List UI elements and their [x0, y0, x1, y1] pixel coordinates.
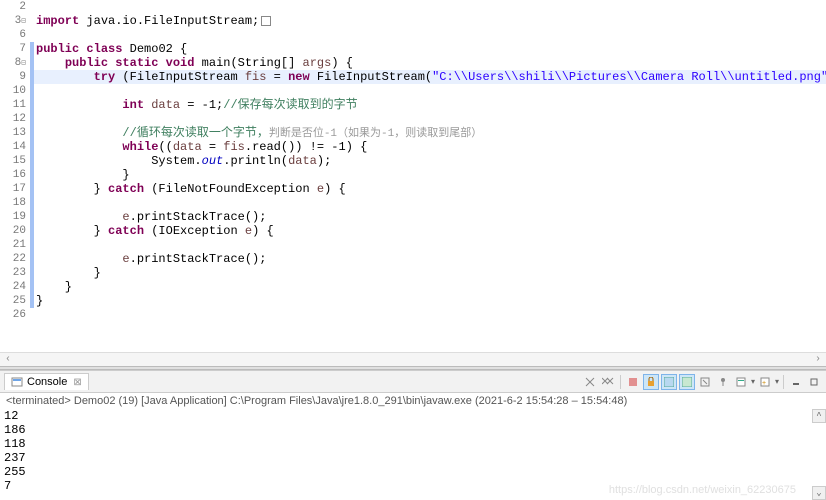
pin-console-button[interactable]	[715, 374, 731, 390]
open-console-button[interactable]: +	[757, 374, 773, 390]
remove-launch-button[interactable]	[582, 374, 598, 390]
code-line[interactable]: }	[30, 168, 826, 182]
remove-all-terminated-button[interactable]	[600, 374, 616, 390]
line-number: 13	[0, 126, 30, 140]
code-area[interactable]: import java.io.FileInputStream; public cl…	[30, 0, 826, 322]
line-number: 17	[0, 182, 30, 196]
code-line[interactable]: e.printStackTrace();	[30, 210, 826, 224]
line-number: 7	[0, 42, 30, 56]
line-number: 6	[0, 28, 30, 42]
watermark-text: https://blog.csdn.net/weixin_62230675	[609, 484, 796, 496]
line-number: 26	[0, 308, 30, 322]
terminate-button	[625, 374, 641, 390]
code-line[interactable]: int data = -1;//保存每次读取到的字节	[30, 98, 826, 112]
line-number: 3⊟	[0, 14, 30, 28]
code-line[interactable]	[30, 0, 826, 14]
line-number: 2	[0, 0, 30, 14]
code-line[interactable]: while((data = fis.read()) != -1) {	[30, 140, 826, 154]
line-number: 16	[0, 168, 30, 182]
change-marker	[30, 42, 34, 308]
console-output-line: 186	[4, 423, 822, 437]
console-output-line: 118	[4, 437, 822, 451]
code-line[interactable]	[30, 196, 826, 210]
line-number-gutter: 23⊟678⊟910111213141516171819202122232425…	[0, 0, 30, 322]
line-number: 24	[0, 280, 30, 294]
code-line[interactable]	[30, 112, 826, 126]
dropdown-arrow-icon[interactable]: ▾	[751, 377, 755, 386]
code-editor[interactable]: 23⊟678⊟910111213141516171819202122232425…	[0, 0, 826, 352]
dropdown-arrow-icon[interactable]: ▾	[775, 377, 779, 386]
code-line[interactable]	[30, 308, 826, 322]
line-number: 14	[0, 140, 30, 154]
scroll-up-icon[interactable]: ^	[812, 409, 826, 423]
scroll-right-icon[interactable]: ›	[812, 354, 824, 366]
console-tab[interactable]: Console ⊠	[4, 373, 89, 390]
console-output-line: 237	[4, 451, 822, 465]
code-line[interactable]: } catch (IOException e) {	[30, 224, 826, 238]
line-number: 15	[0, 154, 30, 168]
minimize-button[interactable]	[788, 374, 804, 390]
line-number: 21	[0, 238, 30, 252]
console-output-line: 12	[4, 409, 822, 423]
line-number: 19	[0, 210, 30, 224]
line-number: 11	[0, 98, 30, 112]
console-output[interactable]: ^ ⌄ 121861182372557https://blog.csdn.net…	[0, 409, 826, 500]
console-output-line: 255	[4, 465, 822, 479]
line-number: 9	[0, 70, 30, 84]
code-line[interactable]: try (FileInputStream fis = new FileInput…	[30, 70, 826, 84]
code-line[interactable]: }	[30, 294, 826, 308]
code-line[interactable]	[30, 84, 826, 98]
code-line[interactable]: public class Demo02 {	[30, 42, 826, 56]
console-panel: Console ⊠ ▾ + ▾ <terminated> Demo02 (19)…	[0, 370, 826, 500]
code-line[interactable]: }	[30, 280, 826, 294]
code-line[interactable]: import java.io.FileInputStream;	[30, 14, 826, 28]
show-standard-err-button[interactable]	[679, 374, 695, 390]
console-tab-bar: Console ⊠ ▾ + ▾	[0, 371, 826, 393]
console-tab-label: Console	[27, 376, 67, 388]
clear-console-button[interactable]	[697, 374, 713, 390]
scroll-lock-button[interactable]	[643, 374, 659, 390]
line-number: 22	[0, 252, 30, 266]
close-tab-icon[interactable]: ⊠	[73, 377, 81, 388]
code-line[interactable]: //循环每次读取一个字节，判断是否位-1（如果为-1，则读取到尾部）	[30, 126, 826, 140]
display-selected-console-button[interactable]	[733, 374, 749, 390]
scroll-down-icon[interactable]: ⌄	[812, 486, 826, 500]
svg-text:+: +	[762, 380, 766, 387]
scroll-left-icon[interactable]: ‹	[2, 354, 14, 366]
maximize-button[interactable]	[806, 374, 822, 390]
line-number: 20	[0, 224, 30, 238]
line-number: 23	[0, 266, 30, 280]
code-line[interactable]: public static void main(String[] args) {	[30, 56, 826, 70]
line-number: 12	[0, 112, 30, 126]
show-standard-out-button[interactable]	[661, 374, 677, 390]
code-line[interactable]: } catch (FileNotFoundException e) {	[30, 182, 826, 196]
line-number: 10	[0, 84, 30, 98]
line-number: 25	[0, 294, 30, 308]
console-status-line: <terminated> Demo02 (19) [Java Applicati…	[0, 393, 826, 409]
fold-indicator-icon[interactable]	[261, 16, 271, 26]
code-line[interactable]: System.out.println(data);	[30, 154, 826, 168]
code-line[interactable]: }	[30, 266, 826, 280]
code-line[interactable]	[30, 28, 826, 42]
code-line[interactable]: e.printStackTrace();	[30, 252, 826, 266]
line-number: 18	[0, 196, 30, 210]
editor-horizontal-scrollbar[interactable]: ‹ ›	[0, 352, 826, 366]
line-number: 8⊟	[0, 56, 30, 70]
code-line[interactable]	[30, 238, 826, 252]
console-icon	[11, 376, 23, 388]
console-toolbar: ▾ + ▾	[582, 374, 822, 390]
